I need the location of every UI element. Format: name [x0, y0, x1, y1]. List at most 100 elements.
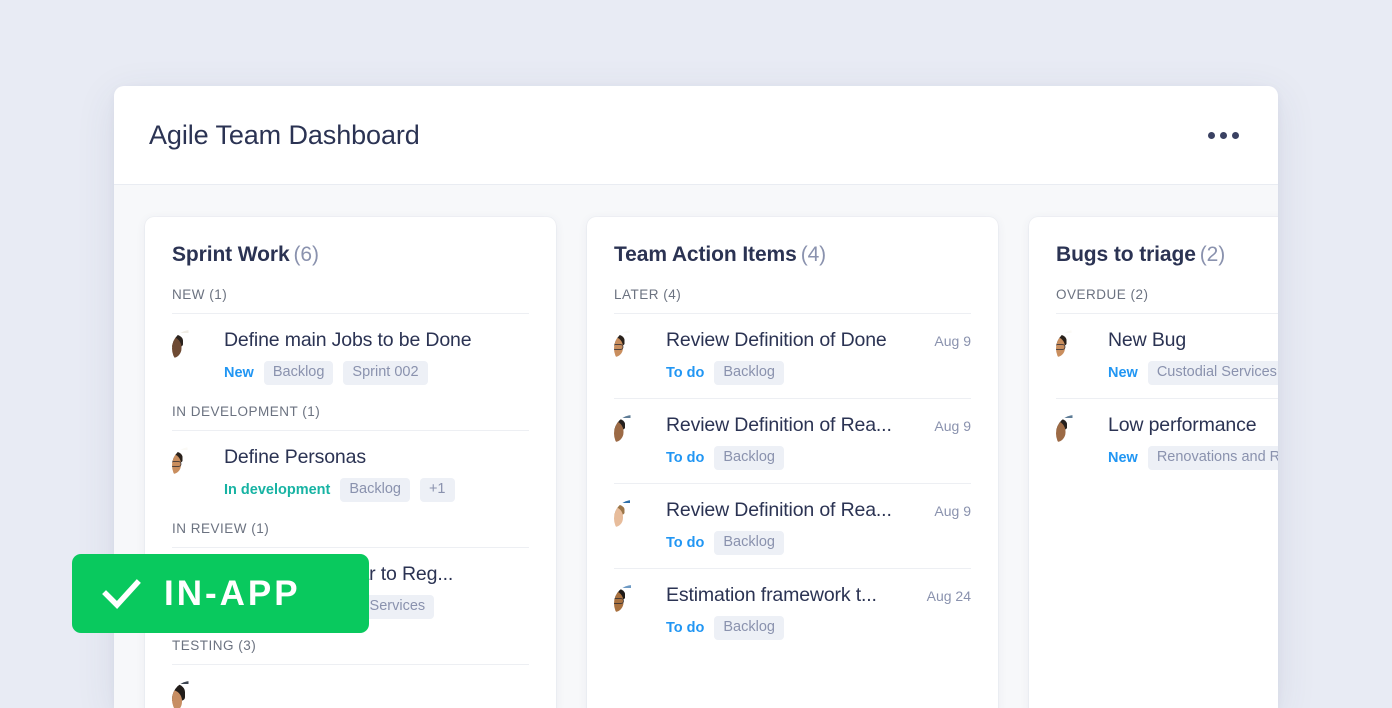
tag-chip[interactable]: Backlog — [714, 446, 784, 470]
column-title-text: Sprint Work — [172, 243, 290, 266]
task-meta: To do Backlog — [666, 361, 971, 385]
kebab-menu-icon[interactable] — [1204, 124, 1243, 147]
tag-chip[interactable]: Backlog — [714, 361, 784, 385]
task-title: Define main Jobs to be Done — [224, 328, 471, 352]
task-due-date: Aug 24 — [927, 588, 971, 604]
avatar — [1056, 415, 1093, 452]
status-badge[interactable]: In development — [224, 482, 330, 498]
avatar — [614, 330, 651, 367]
task-body: Review Definition of Rea... Aug 9 To do Bac… — [666, 498, 971, 555]
check-icon — [101, 573, 142, 614]
task-due-date: Aug 9 — [934, 503, 971, 519]
task-body: Estimation framework t... Aug 24 To do Back… — [666, 583, 971, 640]
task-meta: To do Backlog — [666, 616, 971, 640]
status-badge[interactable]: To do — [666, 620, 704, 636]
in-app-badge: IN-APP — [72, 554, 369, 633]
task-row[interactable] — [172, 664, 529, 708]
tag-chip[interactable]: Backlog — [264, 361, 334, 385]
task-body: Review Definition of Done Aug 9 To do Backl… — [666, 328, 971, 385]
column-title-text: Bugs to triage — [1056, 243, 1196, 266]
task-row[interactable]: Low performance New Renovations and Repair… — [1056, 398, 1278, 483]
task-meta: To do Backlog — [666, 531, 971, 555]
group-label: LATER (4) — [614, 287, 971, 302]
status-badge[interactable]: New — [1108, 450, 1138, 466]
status-badge[interactable]: To do — [666, 450, 704, 466]
task-body: Low performance New Renovations and Repair… — [1108, 413, 1278, 470]
task-list: Define Personas In development Backlog +1 — [172, 430, 529, 515]
column-title: Bugs to triage(2) — [1056, 243, 1278, 267]
task-list: Review Definition of Done Aug 9 To do Backl… — [614, 313, 971, 653]
task-title: Review Definition of Done — [666, 328, 887, 352]
task-meta: New Backlog Sprint 002 — [224, 361, 529, 385]
tag-chip[interactable]: Renovations and Repairs — [1148, 446, 1278, 470]
task-row[interactable]: New Bug New Custodial Services — [1056, 313, 1278, 398]
column-title: Team Action Items(4) — [614, 243, 971, 267]
task-body: Define Personas In development Backlog +1 — [224, 445, 529, 502]
task-list: New Bug New Custodial Services Low performa… — [1056, 313, 1278, 483]
column-count: (6) — [294, 243, 319, 266]
column-title-text: Team Action Items — [614, 243, 797, 266]
task-row[interactable]: Estimation framework t... Aug 24 To do Back… — [614, 568, 971, 653]
task-headline: Low performance — [1108, 413, 1278, 437]
in-app-badge-label: IN-APP — [164, 576, 301, 611]
avatar — [172, 330, 209, 367]
avatar — [614, 500, 651, 537]
group-label: OVERDUE (2) — [1056, 287, 1278, 302]
task-row[interactable]: Review Definition of Rea... Aug 9 To do Bac… — [614, 483, 971, 568]
kebab-dot — [1220, 132, 1227, 139]
task-title: Review Definition of Rea... — [666, 413, 892, 437]
kebab-dot — [1208, 132, 1215, 139]
task-headline: Review Definition of Rea... Aug 9 — [666, 498, 971, 522]
avatar — [614, 585, 651, 622]
status-badge[interactable]: New — [224, 365, 254, 381]
tag-chip[interactable]: Backlog — [340, 478, 410, 502]
column-title: Sprint Work(6) — [172, 243, 529, 267]
kebab-dot — [1232, 132, 1239, 139]
avatar — [172, 447, 209, 484]
task-body: Define main Jobs to be Done New Backlog Spr… — [224, 328, 529, 385]
status-badge[interactable]: New — [1108, 365, 1138, 381]
task-headline: Define Personas — [224, 445, 529, 469]
column-count: (2) — [1200, 243, 1225, 266]
task-headline: Review Definition of Rea... Aug 9 — [666, 413, 971, 437]
board-column-sprint-work: Sprint Work(6)NEW (1)Define main Jobs to… — [145, 217, 556, 708]
task-list: Define main Jobs to be Done New Backlog Spr… — [172, 313, 529, 398]
status-badge[interactable]: To do — [666, 535, 704, 551]
task-title: Define Personas — [224, 445, 366, 469]
task-title: Low performance — [1108, 413, 1256, 437]
task-row[interactable]: Define main Jobs to be Done New Backlog Spr… — [172, 313, 529, 398]
tag-chip[interactable]: Custodial Services — [1148, 361, 1278, 385]
avatar — [614, 415, 651, 452]
task-row[interactable]: Review Definition of Done Aug 9 To do Backl… — [614, 313, 971, 398]
task-due-date: Aug 9 — [934, 333, 971, 349]
status-badge[interactable]: To do — [666, 365, 704, 381]
task-headline: New Bug — [1108, 328, 1278, 352]
board-column-team-action-items: Team Action Items(4) LATER (4) Review Defi… — [587, 217, 998, 708]
task-meta: To do Backlog — [666, 446, 971, 470]
board-column-bugs-to-triage: Bugs to triage(2) OVERDUE (2) New Bug New Cu… — [1029, 217, 1278, 708]
task-title: Review Definition of Rea... — [666, 498, 892, 522]
task-body: New Bug New Custodial Services — [1108, 328, 1278, 385]
tag-chip[interactable]: Sprint 002 — [343, 361, 427, 385]
task-list — [172, 664, 529, 708]
task-body: Review Definition of Rea... Aug 9 To do Bac… — [666, 413, 971, 470]
tag-chip[interactable]: +1 — [420, 478, 455, 502]
task-title: Estimation framework t... — [666, 583, 877, 607]
task-meta: New Custodial Services — [1108, 361, 1278, 385]
task-headline: Define main Jobs to be Done — [224, 328, 529, 352]
task-headline: Review Definition of Done Aug 9 — [666, 328, 971, 352]
page-title: Agile Team Dashboard — [149, 122, 420, 149]
group-label: IN DEVELOPMENT (1) — [172, 404, 529, 419]
task-row[interactable]: Define Personas In development Backlog +1 — [172, 430, 529, 515]
column-count: (4) — [801, 243, 826, 266]
avatar — [172, 681, 209, 708]
task-meta: In development Backlog +1 — [224, 478, 529, 502]
tag-chip[interactable]: Backlog — [714, 531, 784, 555]
group-label: TESTING (3) — [172, 638, 529, 653]
avatar — [1056, 330, 1093, 367]
task-row[interactable]: Review Definition of Rea... Aug 9 To do Bac… — [614, 398, 971, 483]
tag-chip[interactable]: Backlog — [714, 616, 784, 640]
task-meta: New Renovations and Repairs — [1108, 446, 1278, 470]
task-due-date: Aug 9 — [934, 418, 971, 434]
task-title: New Bug — [1108, 328, 1186, 352]
